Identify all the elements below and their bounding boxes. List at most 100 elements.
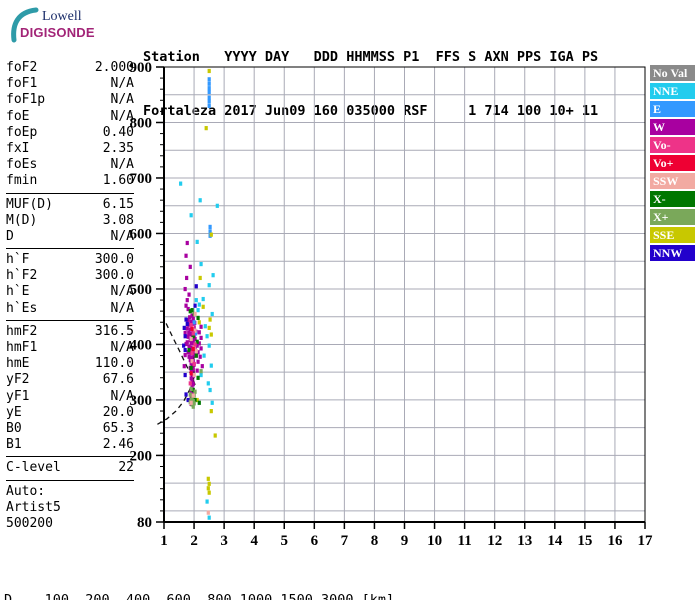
x-tick-label: 1 <box>160 533 168 549</box>
legend-item-x-: X- <box>650 191 695 207</box>
echo-point-SSE <box>207 325 211 330</box>
echo-point-W <box>188 264 192 269</box>
echo-point-W <box>200 364 204 369</box>
echo-point-X- <box>197 400 201 405</box>
echo-point-SSE <box>206 476 210 481</box>
echo-point-X- <box>187 347 191 353</box>
echo-point-NNE <box>197 302 201 307</box>
echo-point-E <box>207 89 211 95</box>
echo-point-X+ <box>189 386 193 392</box>
echo-point-W <box>199 324 203 329</box>
legend-item-x+: X+ <box>650 209 695 225</box>
echo-point-Vo+ <box>190 326 194 332</box>
echo-point-W <box>185 275 189 281</box>
echo-point-E <box>192 320 196 325</box>
legend-item-vo-: Vo- <box>650 137 695 153</box>
echo-point-NNE <box>198 198 202 203</box>
x-tick-label: 13 <box>517 533 532 549</box>
echo-point-NNW <box>185 321 189 327</box>
echo-point-NNE <box>207 343 211 348</box>
legend-item-sse: SSE <box>650 227 695 243</box>
x-tick-label: 4 <box>250 533 258 549</box>
legend-item-e: E <box>650 101 695 117</box>
echo-point-X- <box>196 375 200 380</box>
echo-point-NNE <box>205 499 209 504</box>
echo-point-W <box>185 240 189 246</box>
legend-item-no-val: No Val <box>650 65 695 81</box>
echo-point-SSE <box>198 275 202 281</box>
direction-color-legend: No Val NNE E W Vo- Vo+ SSW X- X+ SSE NNW <box>650 65 696 263</box>
x-tick-label: 6 <box>311 533 319 549</box>
y-tick-label: 500 <box>130 282 153 298</box>
x-tick-label: 17 <box>638 533 654 549</box>
x-tick-label: 5 <box>281 533 289 549</box>
echo-point-SSW <box>206 510 210 515</box>
x-tick-label: 11 <box>458 533 472 549</box>
echo-point-SSW <box>194 349 198 354</box>
legend-item-vo+: Vo+ <box>650 155 695 171</box>
echo-point-X+ <box>193 389 197 394</box>
echo-point-SSE <box>201 304 205 309</box>
echo-point-X+ <box>199 369 203 374</box>
echo-point-Vo- <box>191 331 195 336</box>
echo-point-SSE <box>207 68 211 74</box>
echo-point-SSE <box>209 332 213 337</box>
echo-point-NNE <box>201 296 205 302</box>
y-tick-label: 900 <box>130 60 153 76</box>
echo-point-SSE <box>207 481 211 486</box>
echo-point-X- <box>194 353 198 358</box>
echo-point-NNE <box>199 261 203 267</box>
echo-point-W <box>183 286 187 292</box>
echo-point-SSE <box>207 490 211 495</box>
y-tick-label: 300 <box>130 393 153 409</box>
x-tick-label: 8 <box>371 533 379 549</box>
distance-row: D 100 200 400 600 800 1000 1500 3000 [km… <box>4 592 395 600</box>
echo-point-NNE <box>209 363 213 368</box>
echo-point-X- <box>190 308 194 313</box>
echo-point-X- <box>189 365 193 370</box>
echo-point-NNE <box>179 181 183 186</box>
echo-point-SSE <box>204 126 208 131</box>
y-tick-label: 700 <box>130 171 153 187</box>
x-tick-label: 2 <box>190 533 198 549</box>
echo-point-E <box>207 99 211 104</box>
y-tick-label: 200 <box>130 448 153 464</box>
echo-point-E <box>207 81 211 86</box>
echo-point-NNE <box>199 372 203 378</box>
echo-point-E <box>207 95 211 100</box>
legend-item-nne: NNE <box>650 83 695 99</box>
legend-item-w: W <box>650 119 695 135</box>
echo-point-SSW <box>192 372 196 378</box>
echo-point-NNE <box>210 400 214 405</box>
x-tick-label: 10 <box>427 533 442 549</box>
echo-point-NNE <box>203 324 207 329</box>
echo-point-NNW <box>183 372 187 378</box>
echo-point-NNE <box>207 515 211 520</box>
echo-point-NNE <box>206 381 210 386</box>
echo-point-NNE <box>195 239 199 244</box>
echo-point-NNW <box>183 347 187 353</box>
legend-item-nnw: NNW <box>650 245 695 261</box>
echo-point-NNE <box>202 353 206 358</box>
echo-point-W <box>185 298 189 303</box>
echo-point-Vo- <box>192 361 196 367</box>
echo-point-SSE <box>206 486 210 491</box>
echo-point-W <box>197 330 201 335</box>
x-tick-label: 9 <box>401 533 409 549</box>
echo-point-SSE <box>213 433 217 438</box>
echo-point-SSE <box>209 409 213 414</box>
echo-point-NNE <box>189 213 193 218</box>
echo-point-X+ <box>191 404 195 409</box>
y-tick-label: 600 <box>130 226 153 242</box>
echo-point-SSE <box>208 317 212 322</box>
digisonde-ionogram-window: Lowell DIGISONDE Station YYYY DAY DDD HH… <box>0 0 700 600</box>
echo-point-NNW <box>183 334 187 339</box>
x-tick-label: 15 <box>577 533 592 549</box>
echo-point-SSW <box>189 400 193 405</box>
echo-point-NNE <box>207 283 211 288</box>
echo-point-W <box>198 354 202 359</box>
y-tick-label: 400 <box>130 337 153 353</box>
echo-point-NNW <box>182 325 186 330</box>
echo-point-SSW <box>191 393 195 398</box>
echo-point-W <box>182 364 186 369</box>
